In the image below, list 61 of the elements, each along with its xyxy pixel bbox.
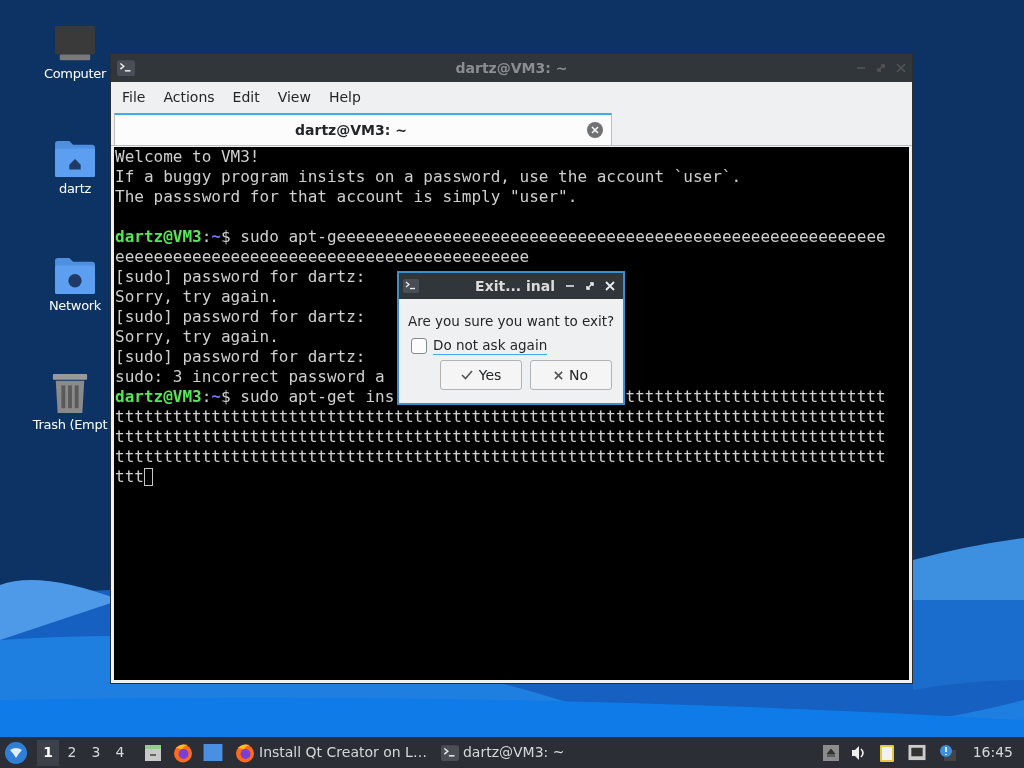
- notification-icon[interactable]: [938, 743, 957, 762]
- workspace-button[interactable]: 1: [37, 739, 59, 766]
- volume-icon[interactable]: [850, 744, 867, 761]
- clipboard-icon[interactable]: [878, 742, 895, 763]
- app-menu-icon[interactable]: [5, 741, 27, 764]
- menu-item[interactable]: View: [268, 86, 320, 108]
- taskbar-task[interactable]: dartz@VM3: ~: [440, 742, 565, 763]
- desktop-icon-label[interactable]: dartz: [59, 182, 91, 195]
- desktop-icon-label[interactable]: Computer: [43, 67, 107, 80]
- terminal-icon: [403, 279, 419, 293]
- file-cabinet-icon[interactable]: [143, 742, 163, 763]
- workspace-button[interactable]: 2: [61, 739, 83, 766]
- terminal-output-line: Sorry, try again.: [115, 327, 279, 347]
- terminal-icon: [440, 744, 459, 761]
- terminal-output-line: The passsword for that account is simply "user".: [115, 187, 578, 207]
- terminal-tab[interactable]: dartz@VM3: ~: [114, 113, 612, 145]
- yes-button[interactable]: Yes: [440, 360, 522, 391]
- terminal-output-line: [sudo] password for dartz:: [115, 307, 366, 327]
- menu-item[interactable]: Edit: [223, 86, 269, 108]
- browser-icon: [235, 742, 255, 763]
- workspace-button[interactable]: 3: [85, 739, 107, 766]
- terminal-output-line: tttttttttttttttttttttttttttttttttttttttttttttttttttttttttttttttttttttttttttttttt: [115, 447, 886, 467]
- terminal-output-line: If a buggy program insists on a password, use the account `user`.: [115, 167, 742, 187]
- cross-icon: [553, 370, 563, 380]
- desktop-icon-label[interactable]: Trash (Empt: [32, 418, 108, 431]
- terminal-icon: [117, 60, 135, 76]
- menu-item[interactable]: Help: [319, 86, 370, 108]
- no-button[interactable]: No: [530, 360, 612, 391]
- menu-item[interactable]: Actions: [154, 86, 224, 108]
- network-folder-icon: [54, 257, 96, 295]
- terminal-output-line: tttttttttttttttttttttttttttttttttttttttttttttttttttttttttttttttttttttttttttttttt: [115, 407, 886, 427]
- terminal-prompt-line: dartz@VM3:~$ sudo apt-get ins: [115, 387, 395, 407]
- browser-icon: [173, 742, 193, 763]
- checkmark-icon: [460, 370, 473, 381]
- trash-icon: [51, 372, 89, 414]
- eject-icon[interactable]: [822, 742, 839, 763]
- terminal-output-line: ttt: [115, 467, 144, 487]
- terminal-output-line: Welcome to VM3!: [115, 147, 260, 167]
- terminal-output-line: [sudo] password for dartz:: [115, 347, 366, 367]
- clock: 16:45: [972, 743, 1013, 762]
- network-icon[interactable]: [906, 744, 927, 761]
- taskbar-task[interactable]: Install Qt Creator on L…: [235, 742, 427, 763]
- dialog-message: Are you sure you want to exit?: [408, 312, 616, 331]
- terminal-output-line: eeeeeeeeeeeeeeeeeeeeeeeeeeeeeeeeeeeeeeeeeee: [115, 247, 530, 267]
- text-cursor: [143, 468, 153, 486]
- window-title: dartz@VM3: ~: [455, 58, 568, 78]
- desktop-icon-label[interactable]: Network: [48, 299, 102, 312]
- terminal-output-line: sudo: 3 incorrect password a: [115, 367, 385, 387]
- terminal-output-line: Sorry, try again.: [115, 287, 279, 307]
- workspace-button[interactable]: 4: [109, 739, 131, 766]
- terminal-output-line: tttttttttttttttttttttttttttttttttttttttttttttttttttttttttttttttttttttttttttttttt: [115, 427, 886, 447]
- dialog-title: Exit... inal: [475, 276, 555, 296]
- close-tab-icon[interactable]: [587, 122, 603, 138]
- checkbox[interactable]: [411, 338, 427, 355]
- menu-item[interactable]: File: [113, 86, 155, 108]
- terminal-output-line: [sudo] password for dartz:: [115, 267, 366, 287]
- monitor-icon: [54, 25, 96, 63]
- terminal-prompt-line: dartz@VM3:~$ sudo apt-geeeeeeeeeeeeeeeeeeeeeeeeeeeeeeeeeeeeeeeeeeeeeeeeeeeeeeeee: [115, 227, 886, 247]
- checkbox-label[interactable]: Do not ask again: [433, 337, 548, 356]
- terminal-output-text: ttttttttttttttttttttttttttt: [625, 387, 886, 407]
- home-folder-icon: [54, 140, 96, 178]
